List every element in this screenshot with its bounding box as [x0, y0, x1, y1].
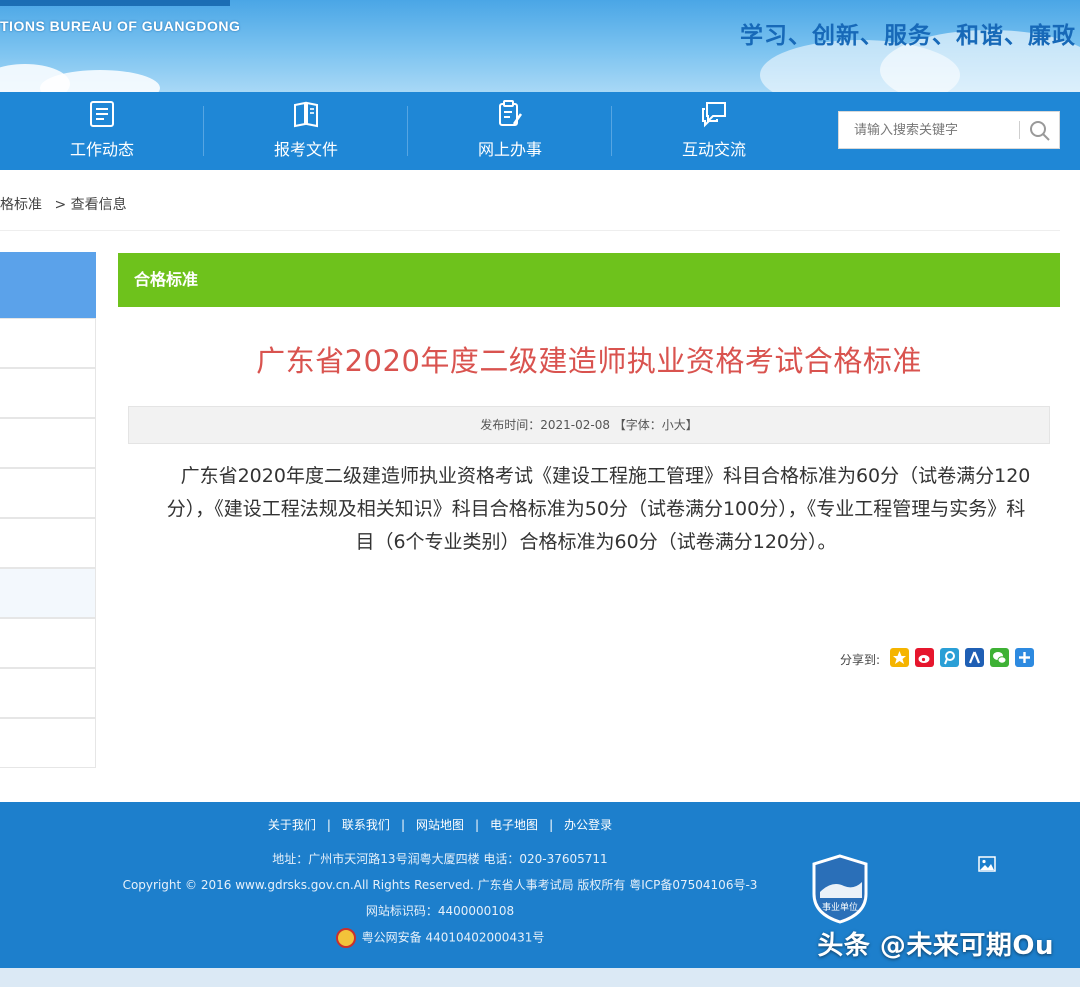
footer-link-contact[interactable]: 联系我们: [342, 818, 390, 832]
footer-link-office-login[interactable]: 办公登录: [564, 818, 612, 832]
sidebar-item[interactable]: [0, 368, 96, 418]
renren-icon[interactable]: [965, 648, 984, 667]
footer-link-separator: |: [400, 818, 405, 832]
nav-item-work-news[interactable]: 工作动态: [0, 92, 204, 170]
nav-item-interaction[interactable]: 互动交流: [612, 92, 816, 170]
nav-label: 报考文件: [273, 140, 338, 159]
article-body: 广东省2020年度二级建造师执业资格考试《建设工程施工管理》科目合格标准为60分…: [166, 465, 1031, 553]
sidebar-item[interactable]: [0, 618, 96, 668]
article-title: 广东省2020年度二级建造师执业资格考试合格标准: [118, 338, 1060, 380]
footer-link-about[interactable]: 关于我们: [268, 818, 316, 832]
sidebar-item-active[interactable]: [0, 252, 96, 318]
article-title-prefix: 广东省: [256, 344, 345, 378]
footer-bottom-strip: [0, 968, 1080, 987]
book-icon: [294, 101, 318, 128]
footer-police-record[interactable]: 粤公网安备 44010402000431号: [362, 931, 545, 945]
sidebar-item[interactable]: [0, 568, 96, 618]
article-title-suffix: 年度二级建造师执业资格考试合格标准: [420, 344, 922, 378]
chat-bubble-icon: [702, 102, 726, 128]
sidebar-item[interactable]: [0, 718, 96, 768]
footer-police-record-row: 粤公网安备 44010402000431号: [0, 928, 880, 948]
qzone-icon[interactable]: [890, 648, 909, 667]
weibo-icon[interactable]: [915, 648, 934, 667]
site-english-name: TIONS BUREAU OF GUANGDONG: [0, 18, 241, 34]
section-header: 合格标准: [118, 253, 1060, 307]
main-nav: 工作动态 报考文件 网上办事 互动交流: [0, 92, 1080, 170]
search-box: [838, 111, 1060, 149]
watermark: 头条 @未来可期Ou: [817, 931, 1054, 961]
site-motto: 学习、创新、服务、和谐、廉政: [740, 23, 1076, 49]
clipboard-edit-icon: [499, 100, 523, 126]
footer-link-map[interactable]: 电子地图: [490, 818, 538, 832]
site-banner: TIONS BUREAU OF GUANGDONG 学习、创新、服务、和谐、廉政: [0, 0, 1080, 92]
nav-label: 网上办事: [477, 140, 542, 159]
article-meta: 发布时间：2021-02-08 【字体：小大】: [128, 406, 1050, 444]
footer-site-id: 网站标识码：4400000108: [365, 904, 515, 918]
search-divider: [1019, 121, 1020, 139]
share-label: 分享到:: [840, 653, 881, 667]
image-icon[interactable]: [978, 856, 996, 872]
badge-label: 事业单位: [822, 901, 858, 913]
more-share-icon[interactable]: [1015, 648, 1034, 667]
search-icon[interactable]: [1027, 118, 1053, 144]
article-title-year: 2020: [344, 344, 421, 378]
breadcrumb: 格标准 > 查看信息: [0, 194, 127, 214]
search-input[interactable]: [839, 112, 1019, 148]
nav-label: 互动交流: [681, 140, 746, 159]
footer-link-separator: |: [475, 818, 480, 832]
footer-link-separator: |: [549, 818, 554, 832]
footer-links: 关于我们 | 联系我们 | 网站地图 | 电子地图 | 办公登录: [0, 816, 880, 833]
sidebar-item[interactable]: [0, 668, 96, 718]
footer-address: 地址：广州市天河路13号润粤大厦四楼 电话：020-37605711: [272, 852, 608, 866]
sidebar-item[interactable]: [0, 318, 96, 368]
divider: [0, 230, 1060, 231]
site-logo: [0, 0, 230, 6]
footer-link-sitemap[interactable]: 网站地图: [416, 818, 464, 832]
sidebar-item[interactable]: [0, 418, 96, 468]
breadcrumb-current: > 查看信息: [54, 197, 127, 213]
footer-link-separator: |: [326, 818, 331, 832]
footer-copyright: Copyright © 2016 www.gdrsks.gov.cn.All R…: [122, 878, 758, 892]
breadcrumb-link[interactable]: 格标准: [0, 197, 42, 213]
tencent-weibo-icon[interactable]: [940, 648, 959, 667]
nav-item-exam-docs[interactable]: 报考文件: [204, 92, 408, 170]
nav-label: 工作动态: [69, 140, 134, 159]
sidebar-item[interactable]: [0, 468, 96, 518]
wechat-icon[interactable]: [990, 648, 1009, 667]
police-badge-icon: [335, 928, 356, 948]
nav-item-online-services[interactable]: 网上办事: [408, 92, 612, 170]
sidebar-item[interactable]: [0, 518, 96, 568]
public-institution-badge-icon[interactable]: 事业单位: [810, 854, 870, 924]
sidebar: [0, 252, 96, 770]
news-list-icon: [90, 101, 114, 127]
